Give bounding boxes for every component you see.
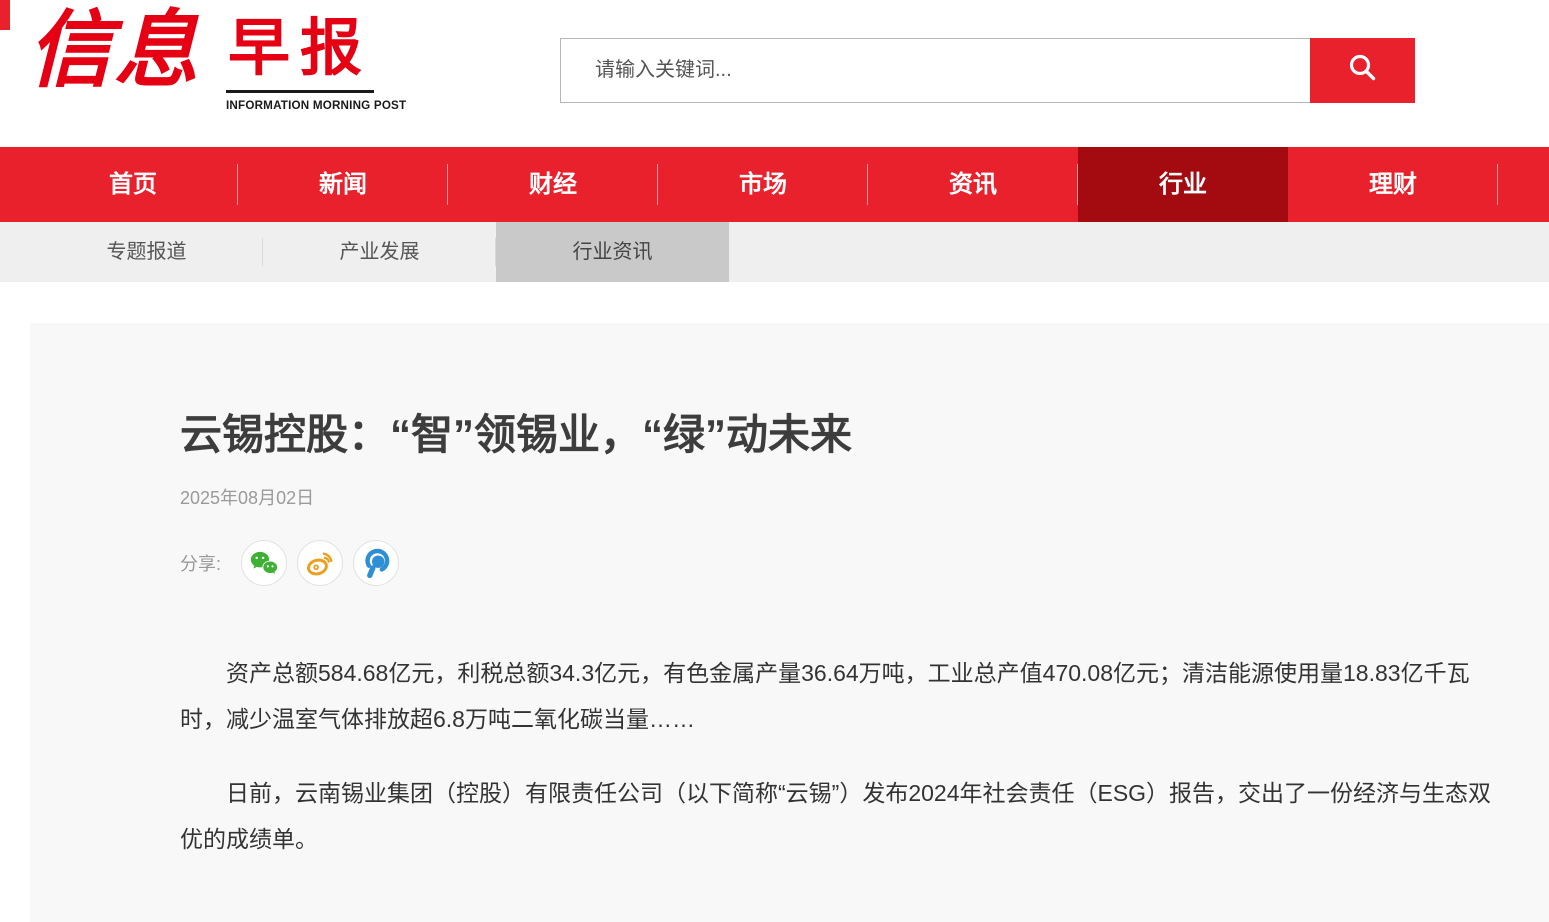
subnav-item-industry-news[interactable]: 行业资讯 bbox=[496, 222, 729, 282]
wechat-icon bbox=[248, 547, 280, 579]
sub-nav: 专题报道产业发展行业资讯 bbox=[0, 222, 1549, 282]
share-label: 分享: bbox=[180, 550, 221, 576]
wechat-share-button[interactable] bbox=[241, 540, 287, 586]
article-title: 云锡控股：“智”领锡业，“绿”动未来 bbox=[180, 410, 1509, 460]
site-header: 信息 早报 INFORMATION MORNING POST bbox=[0, 0, 1549, 147]
nav-item-finance[interactable]: 财经 bbox=[448, 147, 658, 222]
site-logo[interactable]: 信息 早报 INFORMATION MORNING POST bbox=[28, 6, 378, 118]
article-paragraph: 日前，云南锡业集团（控股）有限责任公司（以下简称“云锡”）发布2024年社会责任… bbox=[180, 770, 1492, 862]
weibo-icon bbox=[304, 547, 336, 579]
article-paragraph: 资产总额584.68亿元，利税总额34.3亿元，有色金属产量36.64万吨，工业… bbox=[180, 650, 1492, 742]
search-bar bbox=[560, 38, 1415, 103]
share-row: 分享: bbox=[180, 540, 1509, 586]
article-body: 资产总额584.68亿元，利税总额34.3亿元，有色金属产量36.64万吨，工业… bbox=[180, 650, 1492, 862]
search-input[interactable] bbox=[560, 38, 1310, 103]
logo-text-secondary: 早报 bbox=[228, 8, 372, 90]
logo-divider bbox=[226, 90, 374, 93]
nav-item-industry[interactable]: 行业 bbox=[1078, 147, 1288, 222]
search-button[interactable] bbox=[1310, 38, 1415, 103]
nav-item-information[interactable]: 资讯 bbox=[868, 147, 1078, 222]
logo-text-primary: 信息 bbox=[28, 0, 200, 102]
search-icon bbox=[1345, 51, 1381, 90]
nav-item-news[interactable]: 新闻 bbox=[238, 147, 448, 222]
nav-item-market[interactable]: 市场 bbox=[658, 147, 868, 222]
subnav-item-industry-development[interactable]: 产业发展 bbox=[263, 222, 496, 282]
pengyou-icon bbox=[360, 547, 392, 579]
logo-tagline: INFORMATION MORNING POST bbox=[226, 98, 406, 112]
main-nav: 首页新闻财经市场资讯行业理财 bbox=[0, 147, 1549, 222]
subnav-item-special-reports[interactable]: 专题报道 bbox=[30, 222, 263, 282]
corner-accent-mark bbox=[0, 0, 10, 30]
article-card: 云锡控股：“智”领锡业，“绿”动未来 2025年08月02日 分享: bbox=[30, 323, 1549, 922]
nav-item-home[interactable]: 首页 bbox=[28, 147, 238, 222]
nav-item-wealth[interactable]: 理财 bbox=[1288, 147, 1498, 222]
article-date: 2025年08月02日 bbox=[180, 484, 1509, 510]
pengyou-share-button[interactable] bbox=[353, 540, 399, 586]
weibo-share-button[interactable] bbox=[297, 540, 343, 586]
